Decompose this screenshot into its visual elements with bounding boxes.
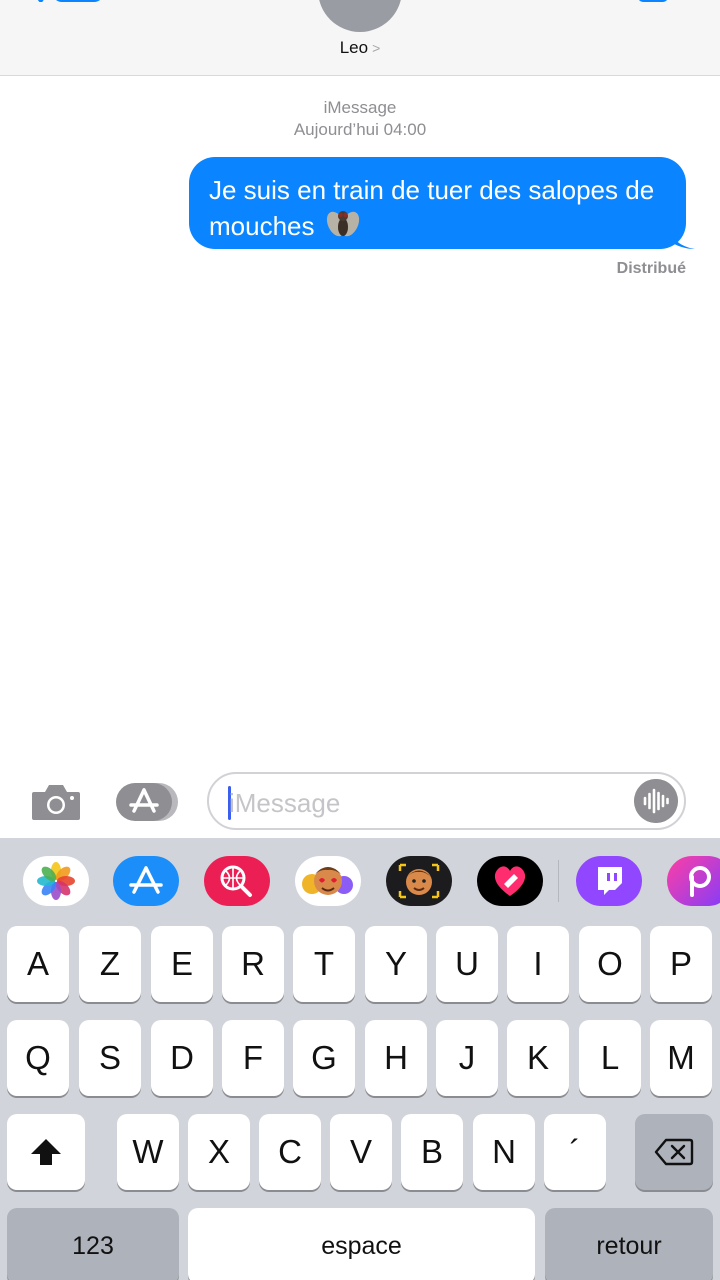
key-x[interactable]: X: [188, 1114, 250, 1190]
conversation-header: Leo >: [0, 0, 720, 76]
key-m[interactable]: M: [650, 1020, 712, 1096]
picsart-glyph: [689, 866, 711, 897]
backspace-icon: [654, 1138, 694, 1166]
key-acute-accent[interactable]: ´: [544, 1114, 606, 1190]
message-input[interactable]: iMessage: [207, 772, 686, 830]
chevron-right-icon: >: [372, 40, 381, 56]
fly-emoji-icon: [326, 211, 359, 237]
key-l[interactable]: L: [579, 1020, 641, 1096]
imessage-app-strip: [0, 838, 720, 924]
return-key[interactable]: retour: [545, 1208, 713, 1280]
key-n[interactable]: N: [473, 1114, 535, 1190]
key-t[interactable]: T: [293, 926, 355, 1002]
numbers-key[interactable]: 123: [7, 1208, 179, 1280]
key-v[interactable]: V: [330, 1114, 392, 1190]
memoji-stickers-icon[interactable]: [295, 856, 361, 906]
key-f[interactable]: F: [222, 1020, 284, 1096]
key-y[interactable]: Y: [365, 926, 427, 1002]
key-u[interactable]: U: [436, 926, 498, 1002]
azerty-keyboard: A Z E R T Y U I O P Q S D F G H J K L M …: [0, 924, 720, 1280]
outgoing-message-bubble[interactable]: Je suis en train de tuer des salopes de …: [189, 157, 695, 249]
delete-key[interactable]: [635, 1114, 713, 1190]
contact-name-button[interactable]: Leo >: [0, 38, 720, 58]
contact-name: Leo: [339, 38, 369, 57]
service-label: iMessage: [323, 98, 397, 117]
key-j[interactable]: J: [436, 1020, 498, 1096]
digital-touch-glyph: [494, 866, 526, 896]
key-s[interactable]: S: [79, 1020, 141, 1096]
key-i[interactable]: I: [507, 926, 569, 1002]
delivery-status: Distribué: [616, 260, 686, 277]
animoji-icon[interactable]: [386, 856, 452, 906]
key-b[interactable]: B: [401, 1114, 463, 1190]
key-e[interactable]: E: [151, 926, 213, 1002]
key-o[interactable]: O: [579, 926, 641, 1002]
unread-count-badge: [52, 0, 104, 2]
photos-icon[interactable]: [23, 856, 89, 906]
animoji-glyph: [398, 863, 440, 899]
message-composer: iMessage: [0, 766, 720, 838]
shift-key[interactable]: [7, 1114, 85, 1190]
shift-icon: [31, 1139, 61, 1165]
space-key[interactable]: espace: [188, 1208, 535, 1280]
message-timestamp: Aujourd’hui 04:00: [293, 120, 427, 139]
web-search-glyph: [220, 865, 252, 897]
key-h[interactable]: H: [365, 1020, 427, 1096]
key-g[interactable]: G: [293, 1020, 355, 1096]
key-w[interactable]: W: [117, 1114, 179, 1190]
app-store-glyph: [129, 866, 163, 894]
camera-icon[interactable]: [30, 782, 82, 822]
key-a[interactable]: A: [7, 926, 69, 1002]
key-q[interactable]: Q: [7, 1020, 69, 1096]
app-store-icon[interactable]: [114, 781, 180, 823]
memoji-stickers-glyph: [302, 867, 353, 895]
key-r[interactable]: R: [222, 926, 284, 1002]
picsart-icon[interactable]: [667, 856, 720, 906]
key-d[interactable]: D: [151, 1020, 213, 1096]
contact-avatar[interactable]: [318, 0, 402, 32]
key-p[interactable]: P: [650, 926, 712, 1002]
app-store-icon[interactable]: [113, 856, 179, 906]
twitch-glyph: [598, 867, 622, 895]
twitch-icon[interactable]: [576, 856, 642, 906]
app-strip-divider: [558, 860, 559, 902]
bubble-tail: [669, 227, 695, 249]
web-search-icon[interactable]: [204, 856, 270, 906]
facetime-button[interactable]: [638, 0, 668, 2]
key-c[interactable]: C: [259, 1114, 321, 1190]
key-z[interactable]: Z: [79, 926, 141, 1002]
message-input-placeholder: iMessage: [229, 788, 341, 818]
message-text: Je suis en train de tuer des salopes de …: [209, 175, 655, 241]
digital-touch-icon[interactable]: [477, 856, 543, 906]
photos-flower: [37, 862, 75, 900]
chevron-left-icon: [37, 0, 44, 2]
audio-message-icon[interactable]: [634, 779, 678, 823]
back-button[interactable]: [28, 0, 106, 2]
key-k[interactable]: K: [507, 1020, 569, 1096]
